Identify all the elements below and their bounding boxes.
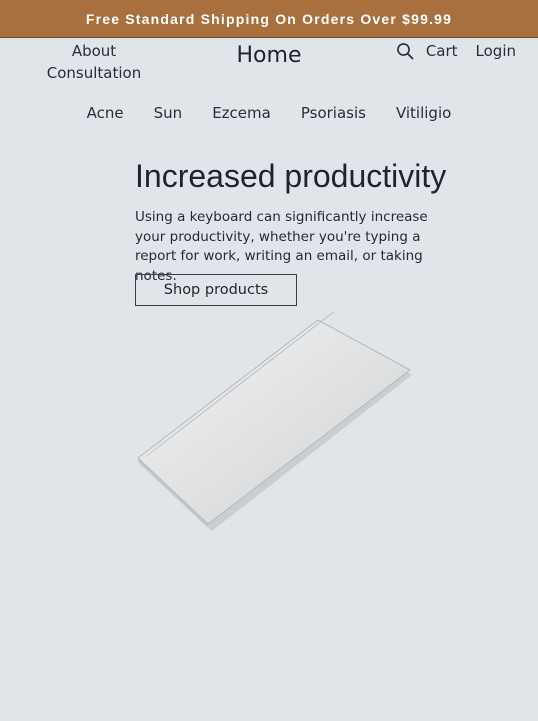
login-link[interactable]: Login bbox=[476, 40, 516, 62]
nav-item-sun[interactable]: Sun bbox=[139, 104, 198, 122]
home-link[interactable]: Home bbox=[237, 43, 302, 68]
category-nav: Acne Sun Ezcema Psoriasis Vitiligio bbox=[0, 104, 538, 122]
keyboard-key bbox=[332, 312, 334, 313]
promo-banner: Free Standard Shipping On Orders Over $9… bbox=[0, 0, 538, 38]
shop-products-button[interactable]: Shop products bbox=[135, 274, 297, 306]
nav-item-vitiligio[interactable]: Vitiligio bbox=[381, 104, 466, 122]
keyboard-key bbox=[322, 312, 334, 321]
utility-nav: Cart Login bbox=[396, 40, 516, 62]
site-header: About Consultation Home Cart Login Acne … bbox=[0, 38, 538, 130]
cart-link[interactable]: Cart bbox=[426, 40, 458, 62]
hero-title: Increased productivity bbox=[135, 158, 447, 194]
search-icon[interactable] bbox=[396, 42, 414, 60]
nav-item-ezcema[interactable]: Ezcema bbox=[197, 104, 286, 122]
promo-text: Free Standard Shipping On Orders Over $9… bbox=[85, 10, 453, 27]
keyboard-image bbox=[137, 312, 412, 531]
keyboard-key bbox=[326, 312, 334, 317]
nav-item-psoriasis[interactable]: Psoriasis bbox=[286, 104, 381, 122]
nav-item-acne[interactable]: Acne bbox=[72, 104, 139, 122]
